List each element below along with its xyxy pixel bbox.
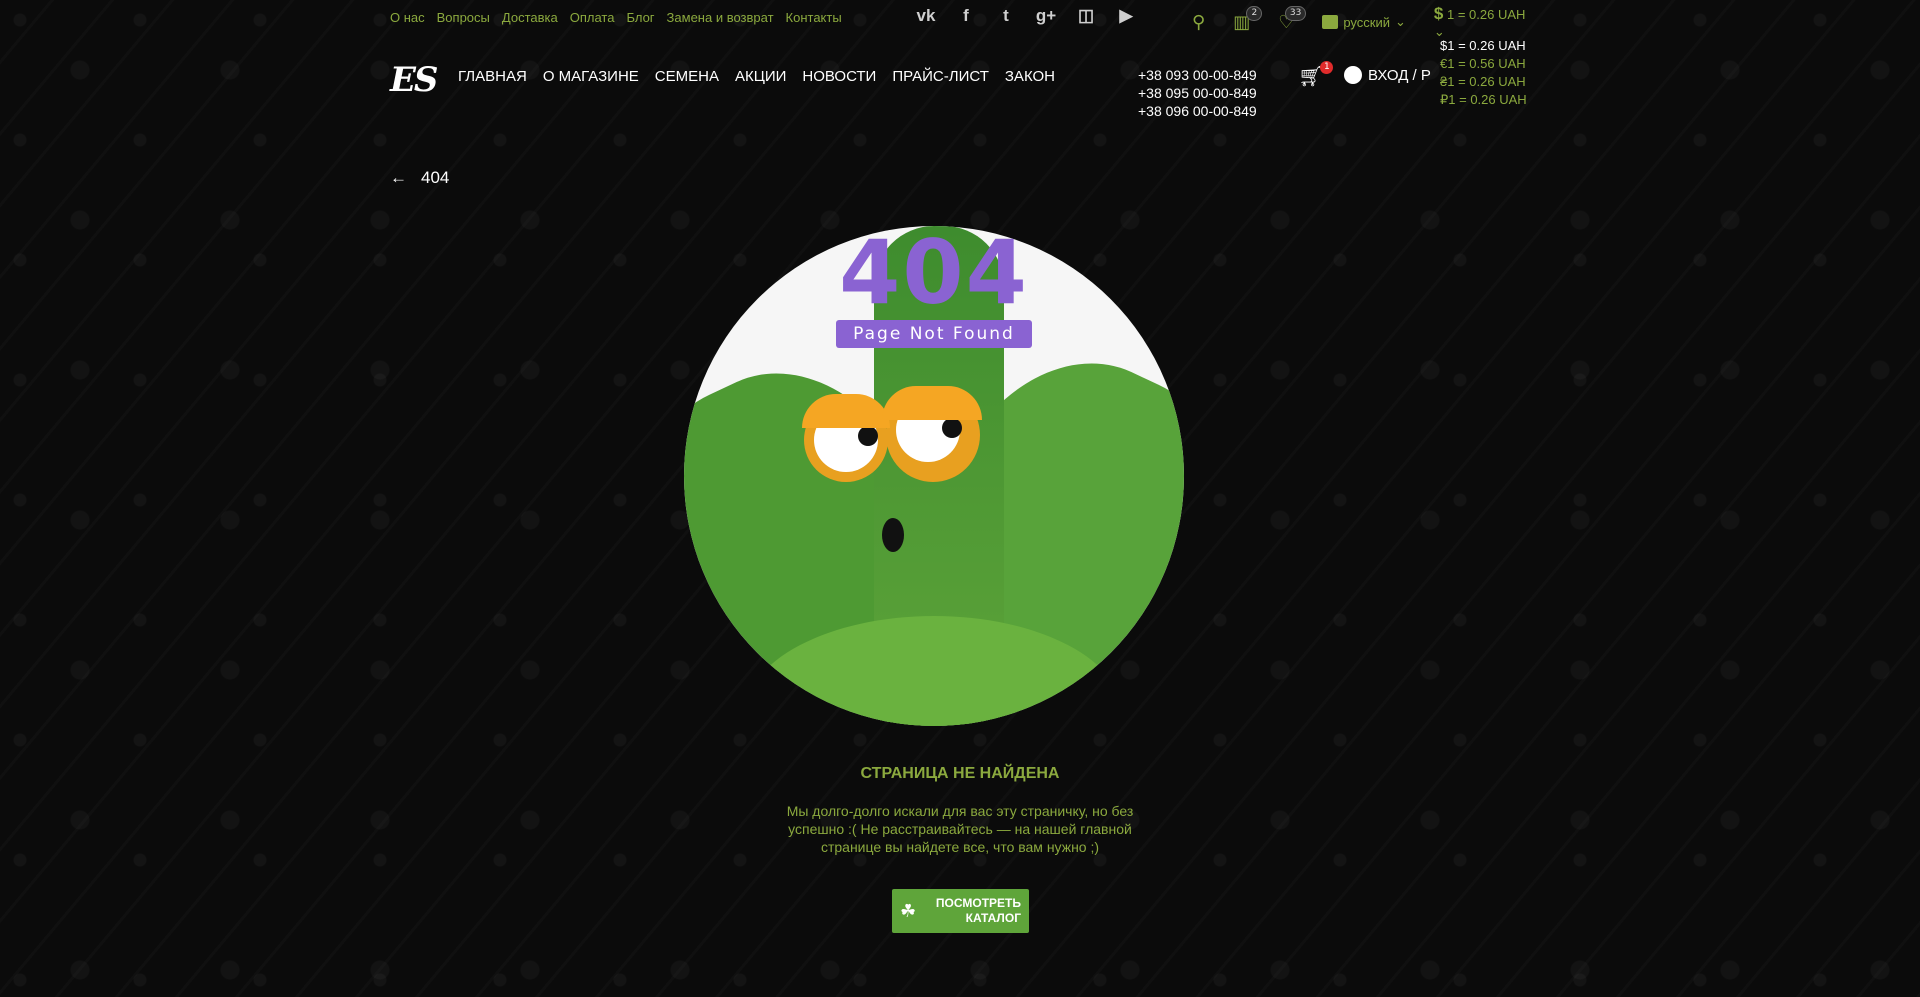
phone-number[interactable]: +38 096 00-00-849: [1138, 102, 1257, 120]
top-links: О нас Вопросы Доставка Оплата Блог Замен…: [390, 10, 842, 25]
top-link-faq[interactable]: Вопросы: [437, 10, 490, 25]
search-icon[interactable]: ⚲: [1192, 12, 1205, 33]
cart-badge: 1: [1320, 61, 1334, 74]
not-found-illustration: 404 Page Not Found: [684, 226, 1184, 726]
top-link-delivery[interactable]: Доставка: [502, 10, 558, 25]
main-header: ES ГЛАВНАЯ О МАГАЗИНЕ СЕМЕНА АКЦИИ НОВОС…: [390, 56, 1532, 119]
compare-badge: 2: [1246, 5, 1263, 21]
top-tools: ⚲ ▥ 2 ♡ 33 русский ⌄ $ 1 = 0.26 UAH ⌄: [1192, 4, 1532, 40]
view-catalog-label: ПОСМОТРЕТЬ КАТАЛОГ: [935, 896, 1021, 925]
chevron-down-icon: ⌄: [1395, 14, 1406, 29]
cannabis-leaf-icon: ☘: [900, 900, 917, 922]
nav-seeds[interactable]: СЕМЕНА: [655, 68, 719, 85]
mouth: [882, 518, 904, 552]
wishlist-badge: 33: [1284, 5, 1307, 21]
top-link-contacts[interactable]: Контакты: [786, 10, 842, 25]
breadcrumb-title: 404: [421, 168, 450, 187]
top-link-about[interactable]: О нас: [390, 10, 425, 25]
phone-number[interactable]: +38 093 00-00-849: [1138, 66, 1257, 84]
login-button[interactable]: ВХОД / Р: [1344, 66, 1431, 84]
top-bar: О нас Вопросы Доставка Оплата Блог Замен…: [390, 0, 1532, 39]
chat-icon: [1322, 15, 1339, 29]
nav-home[interactable]: ГЛАВНАЯ: [458, 68, 527, 85]
right-eyelid: [882, 386, 982, 420]
error-description: Мы долго-долго искали для вас эту страни…: [786, 803, 1134, 855]
left-pupil: [858, 426, 878, 446]
twitter-icon[interactable]: t: [995, 6, 1017, 26]
top-link-returns[interactable]: Замена и возврат: [667, 10, 774, 25]
illustration-404: 404: [839, 226, 1029, 324]
phone-number[interactable]: +38 095 00-00-849: [1138, 84, 1257, 102]
back-arrow-icon[interactable]: ←: [390, 168, 407, 188]
cart-icon[interactable]: 🛒︎ 1: [1298, 61, 1334, 88]
wishlist-icon[interactable]: ♡ 33: [1278, 5, 1307, 33]
instagram-icon[interactable]: ◫: [1075, 6, 1097, 26]
breadcrumb: ← 404: [390, 168, 1532, 188]
language-select[interactable]: русский ⌄: [1322, 14, 1406, 30]
currency-select[interactable]: $ 1 = 0.26 UAH ⌄: [1434, 4, 1532, 40]
youtube-icon[interactable]: ▶: [1115, 6, 1137, 26]
currency-symbol: $: [1433, 4, 1444, 23]
currency-option[interactable]: $1 = 0.26 UAH: [1440, 37, 1527, 55]
google-plus-icon[interactable]: g+: [1035, 6, 1057, 26]
user-icon: [1344, 66, 1362, 84]
nav-about-shop[interactable]: О МАГАЗИНЕ: [543, 68, 639, 85]
nav-law[interactable]: ЗАКОН: [1005, 68, 1055, 85]
compare-icon[interactable]: ▥ 2: [1233, 5, 1263, 33]
language-label: русский: [1343, 14, 1390, 30]
facebook-icon[interactable]: f: [955, 6, 977, 26]
illustration-caption: Page Not Found: [836, 320, 1032, 348]
login-label: ВХОД / Р: [1368, 66, 1431, 84]
nav-news[interactable]: НОВОСТИ: [802, 68, 876, 85]
phone-numbers: +38 093 00-00-849 +38 095 00-00-849 +38 …: [1138, 66, 1257, 120]
social-links: vk f t g+ ◫ ▶: [915, 6, 1137, 26]
logo[interactable]: ES: [390, 60, 438, 100]
main-nav: ГЛАВНАЯ О МАГАЗИНЕ СЕМЕНА АКЦИИ НОВОСТИ …: [458, 68, 1055, 85]
currency-rate: 1 = 0.26 UAH: [1447, 7, 1526, 22]
nav-price-list[interactable]: ПРАЙС-ЛИСТ: [892, 68, 989, 85]
vk-icon[interactable]: vk: [915, 6, 937, 26]
top-link-blog[interactable]: Блог: [626, 10, 654, 25]
right-pupil: [942, 418, 962, 438]
error-title: СТРАНИЦА НЕ НАЙДЕНА: [860, 765, 1060, 782]
nav-promotions[interactable]: АКЦИИ: [735, 68, 786, 85]
top-link-payment[interactable]: Оплата: [570, 10, 615, 25]
view-catalog-button[interactable]: ☘ ПОСМОТРЕТЬ КАТАЛОГ: [892, 889, 1029, 933]
